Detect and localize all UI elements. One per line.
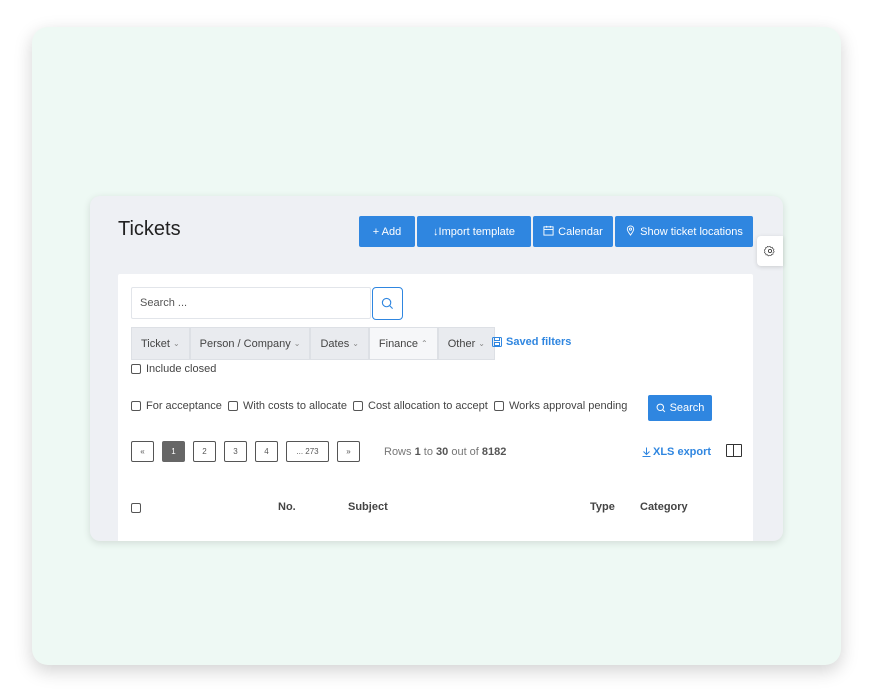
rows-to: 30 xyxy=(436,446,449,458)
location-pin-icon xyxy=(625,225,636,239)
works-approval-checkbox[interactable] xyxy=(494,401,504,411)
table-header: No. Subject Type Category xyxy=(131,501,741,517)
rows-from: 1 xyxy=(414,446,421,458)
tab-label: Finance xyxy=(378,337,419,350)
show-ticket-locations-button[interactable]: Show ticket locations xyxy=(615,216,753,247)
tab-label: Person / Company xyxy=(199,337,291,350)
column-header-no[interactable]: No. xyxy=(278,501,296,513)
for-acceptance-checkbox[interactable] xyxy=(131,401,141,411)
search-button-label: Search xyxy=(669,402,705,414)
search-icon xyxy=(656,403,665,413)
costs-to-allocate-checkbox[interactable] xyxy=(228,401,238,411)
column-header-category[interactable]: Category xyxy=(640,501,688,513)
chevron-down-icon: ⌄ xyxy=(172,339,180,348)
xls-export-link[interactable]: XLS export xyxy=(642,446,711,458)
chevron-down-icon: ⌄ xyxy=(352,339,359,348)
chevron-up-icon: ⌃ xyxy=(421,339,428,348)
cost-allocation-label: Cost allocation to accept xyxy=(368,400,488,412)
add-button[interactable]: + Add xyxy=(359,216,415,247)
search-button[interactable]: Search xyxy=(648,395,712,421)
saved-filters-link[interactable]: Saved filters xyxy=(492,336,571,348)
page-title: Tickets xyxy=(118,218,181,240)
page-button[interactable]: ... 273 xyxy=(286,441,329,462)
import-template-label: ↓Import template xyxy=(433,225,515,238)
calendar-icon xyxy=(543,225,554,239)
rows-to-word: to xyxy=(423,446,433,458)
tab-other[interactable]: Other ⌄ xyxy=(437,327,495,360)
page-button[interactable]: 2 xyxy=(193,441,216,462)
tab-person-company[interactable]: Person / Company ⌄ xyxy=(189,327,311,360)
columns-icon[interactable] xyxy=(726,444,742,457)
filter-tabs: Ticket ⌄ Person / Company ⌄ Dates ⌄ Finance… xyxy=(131,327,495,360)
search-icon-button[interactable] xyxy=(372,287,403,320)
save-icon xyxy=(492,337,502,347)
gear-icon xyxy=(764,245,775,257)
cost-allocation-row[interactable]: Cost allocation to accept xyxy=(353,400,488,412)
filter-card: Ticket⌄ Person / Company⌄ Dates⌄ Finance… xyxy=(118,274,753,541)
download-icon xyxy=(642,447,651,457)
rows-info: Rows 1 to 30 out of 8182 xyxy=(384,446,506,458)
tab-dates[interactable]: Dates ⌄ xyxy=(310,327,369,360)
tab-ticket[interactable]: Ticket ⌄ xyxy=(131,327,190,360)
costs-to-allocate-row[interactable]: With costs to allocate xyxy=(228,400,347,412)
include-closed-row[interactable]: Include closed xyxy=(131,363,216,375)
page-button[interactable]: 3 xyxy=(224,441,247,462)
tab-label: Ticket xyxy=(141,337,170,350)
column-header-type[interactable]: Type xyxy=(590,501,615,513)
chevron-down-icon: ⌄ xyxy=(293,339,301,348)
saved-filters-label: Saved filters xyxy=(506,336,572,348)
cost-allocation-checkbox[interactable] xyxy=(353,401,363,411)
add-button-label: + Add xyxy=(372,225,402,238)
settings-tab[interactable] xyxy=(757,236,783,266)
import-template-button[interactable]: ↓Import template xyxy=(417,216,531,247)
tab-finance[interactable]: Finance ⌃ xyxy=(368,327,438,360)
rows-total: 8182 xyxy=(481,446,507,458)
show-locations-label: Show ticket locations xyxy=(640,225,743,238)
calendar-button-label: Calendar xyxy=(558,225,603,238)
rows-out-word: out of xyxy=(451,446,479,458)
tickets-panel: Tickets + Add ↓Import template Calendar … xyxy=(90,196,783,541)
include-closed-checkbox[interactable] xyxy=(131,364,141,374)
column-header-subject[interactable]: Subject xyxy=(348,501,388,513)
select-all-checkbox[interactable] xyxy=(131,503,141,513)
calendar-button[interactable]: Calendar xyxy=(533,216,613,247)
page-button[interactable]: 1 xyxy=(162,441,185,462)
prev-page-button[interactable]: « xyxy=(131,441,154,462)
works-approval-row[interactable]: Works approval pending xyxy=(494,400,627,412)
tab-label: Other xyxy=(447,337,476,350)
tab-label: Dates xyxy=(320,337,350,350)
pagination: « 1 2 3 4 ... 273 » xyxy=(131,441,360,462)
xls-export-label: XLS export xyxy=(653,446,712,458)
include-closed-label: Include closed xyxy=(146,363,217,375)
search-input[interactable] xyxy=(131,287,371,319)
for-acceptance-row[interactable]: For acceptance xyxy=(131,400,222,412)
for-acceptance-label: For acceptance xyxy=(146,400,222,412)
next-page-button[interactable]: » xyxy=(337,441,360,462)
search-icon xyxy=(381,297,394,310)
rows-prefix: Rows xyxy=(384,446,412,458)
costs-to-allocate-label: With costs to allocate xyxy=(243,400,347,412)
page-button[interactable]: 4 xyxy=(255,441,278,462)
works-approval-label: Works approval pending xyxy=(509,400,628,412)
chevron-down-icon: ⌄ xyxy=(478,339,485,348)
